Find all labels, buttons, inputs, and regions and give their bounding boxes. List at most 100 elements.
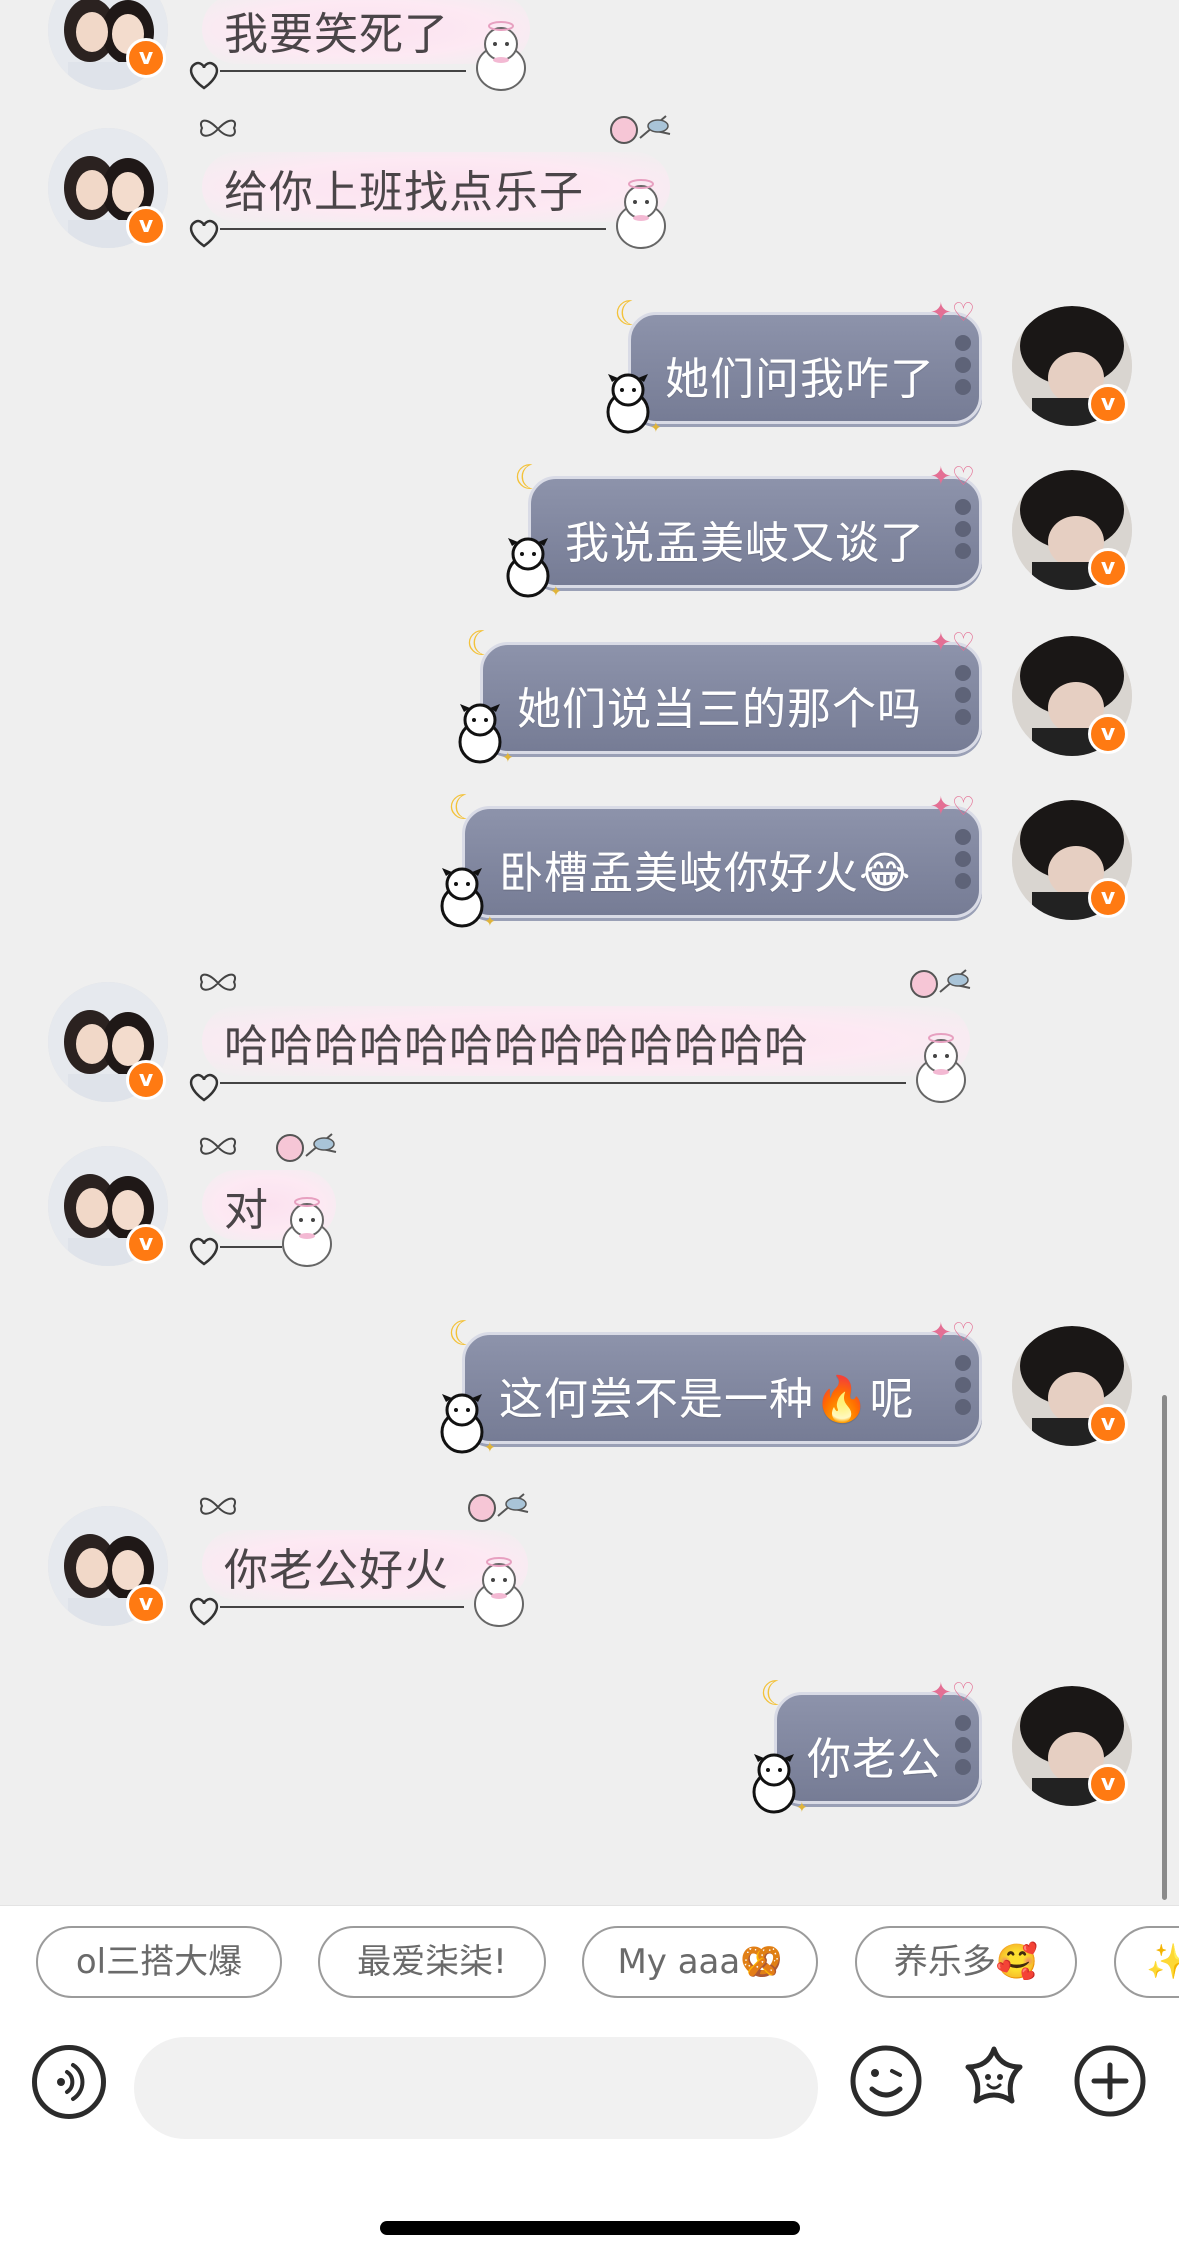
message-text: 这何尝不是一种🔥呢 [499,1374,915,1425]
butterfly-icon [200,1497,236,1515]
message-text: 你老公 [807,1734,942,1785]
message-bubble[interactable]: 给你上班找点乐子 [189,108,676,258]
bubble-dots [955,1355,973,1421]
emoji-face-icon[interactable] [846,2041,926,2121]
chat-message-incoming[interactable]: v 哈哈哈哈哈哈哈哈哈哈哈哈哈 [0,969,1179,1132]
puppy-sticker-icon: ✦ [752,1753,806,1816]
bubble-dots [955,829,973,895]
message-bubble[interactable]: 我要笑死了 [189,0,536,100]
message-input[interactable] [134,2037,818,2139]
verified-badge-icon: v [1088,1764,1128,1804]
message-text: 我说孟美岐又谈了 [565,518,925,569]
chat-message-outgoing[interactable]: v 你老公 ☾ ✦♡ ✦ [0,1674,1179,1816]
puppy-sticker-icon: ✦ [606,373,660,436]
flower-icon [276,1133,337,1162]
heart-icon [189,1597,219,1626]
quick-reply-chip[interactable]: 最爱柒柒! [318,1926,546,1998]
moon-icon: ☾ [760,1674,791,1714]
puppy-sticker-icon [474,1557,524,1627]
svg-text:✦: ✦ [502,750,512,766]
flower-icon [468,1493,529,1522]
bubble-underline [220,70,466,72]
quick-reply-chip[interactable]: 养乐多🥰 [855,1926,1077,1998]
heart-icon [189,61,219,90]
verified-badge-icon: v [1088,1404,1128,1444]
bubble-dots [955,499,973,565]
chat-message-outgoing[interactable]: v 这何尝不是一种🔥呢 ☾ ✦♡ ✦ [0,1314,1179,1456]
verified-badge-icon: v [1088,384,1128,424]
message-bubble[interactable]: 我说孟美岐又谈了 [528,476,982,588]
message-bubble[interactable]: 她们问我咋了 [628,312,982,424]
chat-message-outgoing[interactable]: v 她们说当三的那个吗 ☾ ✦♡ ✦ [0,624,1179,766]
puppy-sticker-icon: ✦ [440,867,494,930]
message-bubble[interactable]: 这何尝不是一种🔥呢 [462,1332,982,1444]
message-bubble[interactable]: 卧槽孟美岐你好火😂 [462,806,982,918]
verified-badge-icon: v [126,206,166,246]
quick-reply-chip[interactable]: ol三搭大爆 [36,1926,282,1998]
voice-icon[interactable] [32,2045,106,2119]
message-text: 她们问我咋了 [665,354,935,405]
bottom-panel: ol三搭大爆 最爱柒柒! My aaa🥨 养乐多🥰 ✨ [0,1905,1179,2263]
chat-message-outgoing[interactable]: v 卧槽孟美岐你好火😂 ☾ ✦♡ ✦ [0,788,1179,930]
sparkle-heart-icon: ✦♡ [930,462,976,492]
quick-reply-bar[interactable]: ol三搭大爆 最爱柒柒! My aaa🥨 养乐多🥰 ✨ [0,1926,1179,1998]
moon-icon: ☾ [448,1314,479,1354]
svg-text:✦: ✦ [484,1440,494,1456]
moon-icon: ☾ [466,624,497,664]
chat-message-incoming[interactable]: v 给你上班找点乐子 [0,115,1179,278]
sparkle-heart-icon: ✦♡ [930,1678,976,1708]
message-text: 卧槽孟美岐你好火😂 [499,848,912,899]
flower-icon [610,115,671,144]
chat-message-outgoing[interactable]: v 她们问我咋了 ☾ ✦♡ ✦ [0,294,1179,436]
message-text: 哈哈哈哈哈哈哈哈哈哈哈哈哈 [224,1021,809,1072]
home-indicator[interactable] [380,2221,800,2235]
puppy-sticker-icon: ✦ [440,1393,494,1456]
message-bubble[interactable]: 哈哈哈哈哈哈哈哈哈哈哈哈哈 [189,962,976,1112]
chat-message-incoming[interactable]: v 你老公好火 [0,1493,1179,1656]
bubble-underline [220,1082,906,1084]
quick-reply-chip[interactable]: ✨ [1114,1926,1179,1998]
sparkle-heart-icon: ✦♡ [930,1318,976,1348]
chat-scrollbar[interactable] [1162,1395,1167,1900]
svg-text:✦: ✦ [484,914,494,930]
sparkle-heart-icon: ✦♡ [930,628,976,658]
chat-message-outgoing[interactable]: v 我说孟美岐又谈了 ☾ ✦♡ ✦ [0,458,1179,600]
verified-badge-icon: v [126,1060,166,1100]
message-bubble[interactable]: 你老公好火 [189,1486,534,1636]
flower-icon [910,969,971,998]
puppy-sticker-icon [282,1197,332,1267]
chat-message-list[interactable]: v 我要笑死了 v 给你上班找点乐子 v 她们问我咋了 ☾ ✦♡ ✦ v 我说孟… [0,0,1179,1905]
message-input-bar [0,2021,1179,2151]
moon-icon: ☾ [448,788,479,828]
moon-icon: ☾ [514,458,545,498]
star-sticker-icon[interactable] [954,2041,1034,2121]
message-text: 对 [224,1185,269,1236]
bubble-dots [955,665,973,731]
butterfly-icon [200,973,236,991]
heart-icon [189,1237,219,1266]
verified-badge-icon: v [126,1584,166,1624]
message-text: 你老公好火 [224,1545,449,1596]
bubble-dots [955,335,973,401]
message-text: 我要笑死了 [224,9,449,60]
message-bubble[interactable]: 她们说当三的那个吗 [480,642,982,754]
butterfly-icon [200,119,236,137]
quick-reply-chip[interactable]: My aaa🥨 [582,1926,818,1998]
message-text: 给你上班找点乐子 [224,167,584,218]
verified-badge-icon: v [126,1224,166,1264]
moon-icon: ☾ [614,294,645,334]
puppy-sticker-icon: ✦ [458,703,512,766]
message-bubble[interactable]: 对 [189,1126,342,1276]
bubble-underline [220,228,606,230]
verified-badge-icon: v [1088,878,1128,918]
puppy-sticker-icon: ✦ [506,537,560,600]
verified-badge-icon: v [1088,714,1128,754]
plus-icon[interactable] [1070,2041,1150,2121]
svg-text:✦: ✦ [650,420,660,436]
chat-message-incoming[interactable]: v 对 [0,1133,1179,1296]
puppy-sticker-icon [616,179,666,249]
verified-badge-icon: v [1088,548,1128,588]
bubble-underline [220,1606,464,1608]
puppy-sticker-icon [476,21,526,91]
chat-message-incoming[interactable]: v 我要笑死了 [0,0,1179,100]
